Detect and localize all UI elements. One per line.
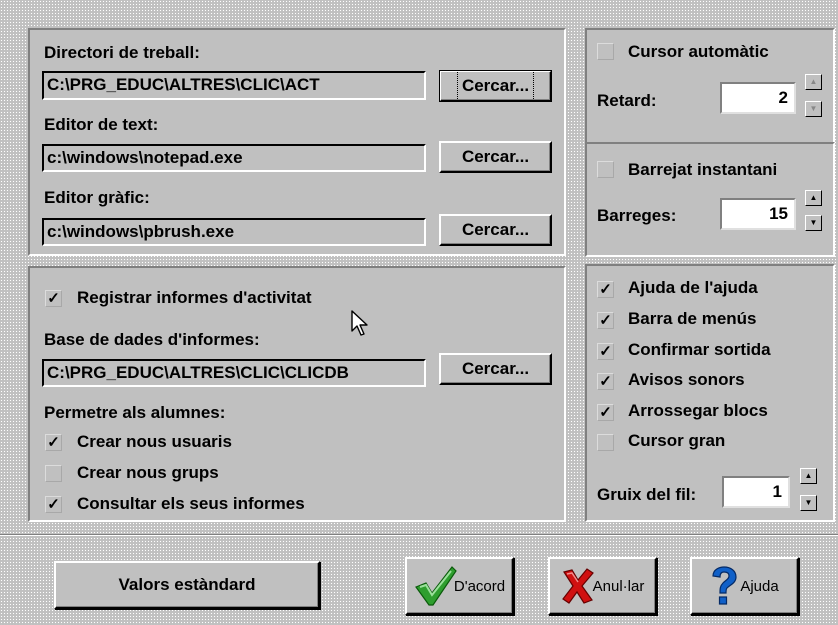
reports-db-field[interactable]: C:\PRG_EDUC\ALTRES\CLIC\CLICDB: [42, 359, 426, 387]
thickness-down-arrow[interactable]: ▼: [800, 495, 817, 511]
confirm-exit-checkbox[interactable]: ✓: [597, 343, 614, 360]
graphic-editor-field[interactable]: c:\windows\pbrush.exe: [42, 218, 426, 246]
instant-shuffle-checkbox[interactable]: [597, 161, 614, 178]
question-mark-icon: [712, 566, 737, 605]
check-mark-icon: ✓: [599, 281, 612, 298]
sound-alerts-checkbox[interactable]: ✓: [597, 373, 614, 390]
shuffle-count-input[interactable]: 15: [720, 198, 796, 230]
register-reports-label: Registrar informes d'activitat: [77, 288, 312, 307]
shuffle-down-arrow[interactable]: ▼: [805, 215, 822, 231]
browse-graphic-editor-label: Cercar...: [461, 220, 530, 239]
menu-bar-label: Barra de menús: [628, 309, 757, 328]
cancel-button[interactable]: Anul·lar: [548, 557, 657, 615]
drag-blocks-checkbox[interactable]: ✓: [597, 404, 614, 421]
reports-panel: ✓ Registrar informes d'activitat Base de…: [28, 266, 566, 522]
text-editor-label: Editor de text:: [44, 115, 159, 134]
check-mark-icon: ✓: [599, 343, 612, 360]
paths-panel: Directori de treball: C:\PRG_EDUC\ALTRES…: [28, 28, 566, 256]
delay-up-arrow[interactable]: ▲: [805, 74, 822, 90]
default-values-label: Valors estàndard: [118, 575, 256, 594]
drag-blocks-label: Arrossegar blocs: [628, 401, 768, 420]
work-dir-label: Directori de treball:: [44, 43, 200, 62]
cursor-panel: Cursor automàtic Retard: 2 ▲ ▼: [585, 28, 835, 156]
create-groups-checkbox[interactable]: [45, 465, 62, 482]
help-on-help-checkbox[interactable]: ✓: [597, 281, 614, 298]
ok-label: D'acord: [453, 577, 506, 595]
browse-reports-db-label: Cercar...: [461, 359, 530, 378]
browse-text-editor-button[interactable]: Cercar...: [439, 141, 552, 173]
ok-button[interactable]: D'acord: [405, 557, 514, 615]
help-label: Ajuda: [740, 577, 779, 595]
check-mark-icon: ✓: [599, 373, 612, 390]
graphic-editor-label: Editor gràfic:: [44, 188, 150, 207]
check-mark-icon: ✓: [599, 404, 612, 421]
instant-shuffle-label: Barrejat instantani: [628, 160, 778, 179]
sound-alerts-label: Avisos sonors: [628, 370, 745, 389]
check-mark-icon: ✓: [47, 290, 60, 307]
default-values-button[interactable]: Valors estàndard: [54, 561, 320, 609]
menu-bar-checkbox[interactable]: ✓: [597, 312, 614, 329]
browse-graphic-editor-button[interactable]: Cercar...: [439, 214, 552, 246]
mouse-pointer-icon: [351, 310, 368, 336]
ui-options-panel: ✓ Ajuda de l'ajuda ✓ Barra de menús ✓ Co…: [585, 264, 835, 522]
register-reports-checkbox[interactable]: ✓: [45, 290, 62, 307]
shuffle-up-arrow[interactable]: ▲: [805, 190, 822, 206]
work-dir-field[interactable]: C:\PRG_EDUC\ALTRES\CLIC\ACT: [42, 71, 426, 100]
allow-students-label: Permetre als alumnes:: [44, 403, 226, 422]
cancel-label: Anul·lar: [592, 577, 645, 595]
thickness-up-arrow[interactable]: ▲: [800, 468, 817, 484]
big-cursor-label: Cursor gran: [628, 431, 726, 450]
auto-cursor-checkbox[interactable]: [597, 43, 614, 60]
checkmark-icon: [414, 566, 457, 606]
create-groups-label: Crear nous grups: [77, 463, 219, 482]
text-editor-field[interactable]: c:\windows\notepad.exe: [42, 144, 426, 172]
delay-label: Retard:: [597, 91, 657, 110]
delay-input[interactable]: 2: [720, 82, 796, 114]
delay-down-arrow[interactable]: ▼: [805, 101, 822, 117]
view-reports-label: Consultar els seus informes: [77, 494, 305, 513]
confirm-exit-label: Confirmar sortida: [628, 340, 771, 359]
help-button[interactable]: Ajuda: [690, 557, 799, 615]
big-cursor-checkbox[interactable]: [597, 434, 614, 451]
browse-reports-db-button[interactable]: Cercar...: [439, 353, 552, 385]
check-mark-icon: ✓: [599, 312, 612, 329]
browse-text-editor-label: Cercar...: [461, 147, 530, 166]
line-thickness-input[interactable]: 1: [722, 476, 790, 508]
footer-separator: [0, 534, 838, 536]
browse-work-dir-button[interactable]: Cercar...: [439, 70, 552, 102]
create-users-label: Crear nous usuaris: [77, 432, 232, 451]
auto-cursor-label: Cursor automàtic: [628, 42, 769, 61]
view-reports-checkbox[interactable]: ✓: [45, 496, 62, 513]
create-users-checkbox[interactable]: ✓: [45, 434, 62, 451]
reports-db-label: Base de dades d'informes:: [44, 330, 260, 349]
check-mark-icon: ✓: [47, 434, 60, 451]
browse-work-dir-label: Cercar...: [456, 70, 535, 101]
x-mark-icon: [561, 568, 594, 604]
help-on-help-label: Ajuda de l'ajuda: [628, 278, 758, 297]
shuffle-count-label: Barreges:: [597, 206, 677, 225]
shuffle-panel-body: Barrejat instantani Barreges: 15 ▲ ▼: [585, 142, 835, 257]
check-mark-icon: ✓: [47, 496, 60, 513]
line-thickness-label: Gruix del fil:: [597, 485, 697, 504]
